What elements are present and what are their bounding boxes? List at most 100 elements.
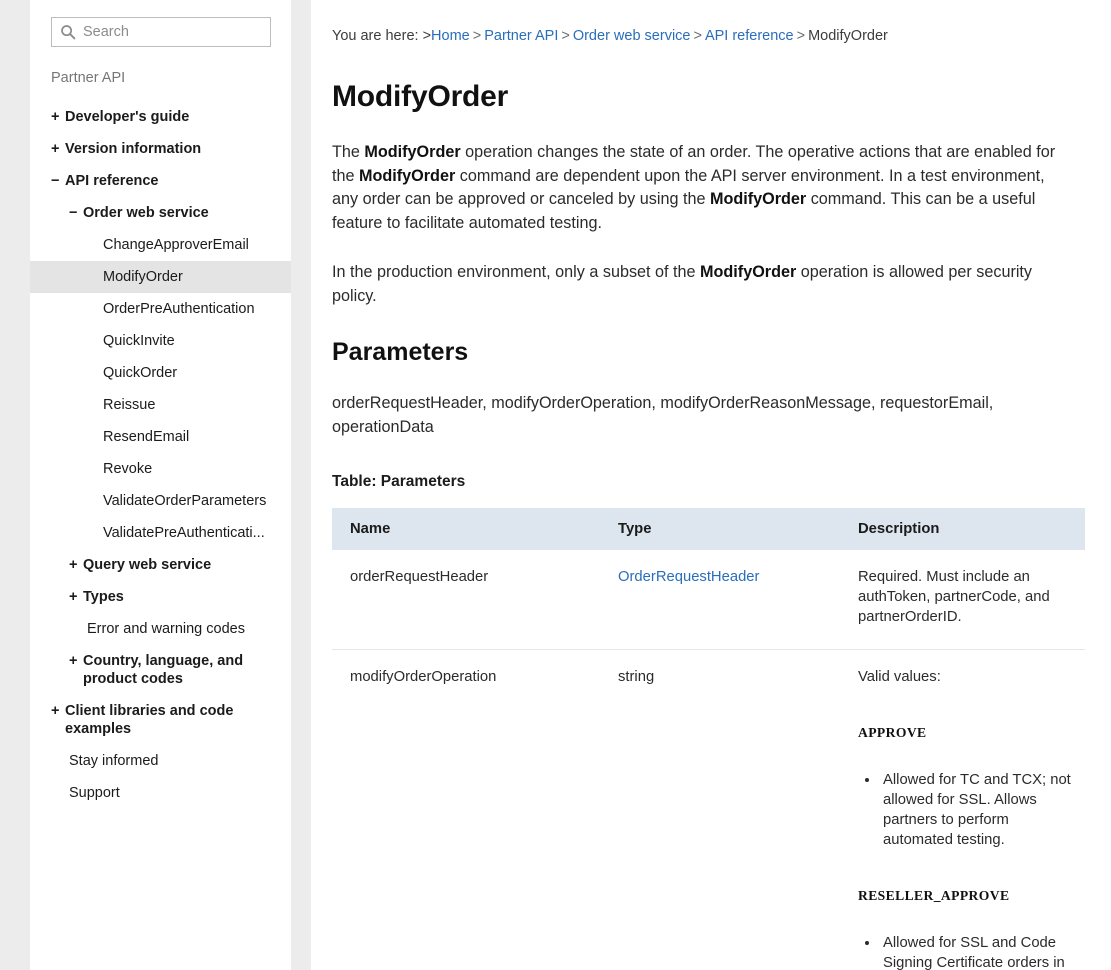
breadcrumb-current: ModifyOrder (808, 28, 888, 44)
documentation-page: Partner API +Developer's guide+Version i… (0, 0, 1111, 970)
collapse-icon[interactable]: − (51, 172, 64, 190)
breadcrumb-trail: >Home > Partner API > Order web service > API … (423, 28, 888, 44)
sidebar-item-label: QuickInvite (103, 333, 175, 349)
sidebar-item-list: + Developer's guide + Version information − A… (30, 101, 291, 809)
description-text: Valid values: (858, 669, 941, 685)
sidebar-item-error-and-warning-codes[interactable]: Error and warning codes (30, 613, 291, 645)
type-link[interactable]: OrderRequestHeader (618, 569, 759, 585)
search-box[interactable] (51, 17, 271, 47)
breadcrumb-prefix: You are here: (332, 28, 419, 44)
sidebar-item-stay-informed[interactable]: Stay informed (30, 745, 291, 777)
sidebar-item-label: Reissue (103, 397, 156, 413)
sidebar-item-label: Error and warning codes (87, 621, 245, 637)
sidebar-item-validateorderparameters[interactable]: ValidateOrderParameters (30, 485, 291, 517)
sidebar-item-label: Order web service (83, 205, 209, 221)
sidebar-item-label: Revoke (103, 461, 153, 477)
breadcrumb-separator: > (561, 28, 570, 44)
sidebar-item-types[interactable]: + Types (30, 581, 291, 613)
cell-param-type: string (618, 669, 655, 685)
cell-param-name: orderRequestHeader (332, 550, 600, 650)
parameters-name-list: orderRequestHeader, modifyOrderOperation… (332, 394, 994, 436)
table-caption: Table: Parameters (332, 473, 466, 490)
p1-bold1: ModifyOrder (364, 143, 461, 161)
breadcrumb-separator: > (796, 28, 806, 44)
sidebar-item-api-reference[interactable]: − API reference (30, 165, 291, 197)
p2-part1: In the production environment, only a su… (332, 263, 701, 281)
sidebar-item-label: ModifyOrder (103, 269, 183, 285)
collapse-icon[interactable]: − (69, 204, 82, 222)
sidebar-item-orderpreauthentication[interactable]: OrderPreAuthentication (30, 293, 291, 325)
table-row: modifyOrderOperation string Valid values: A… (332, 650, 1085, 970)
breadcrumb-link-api-reference[interactable]: API reference (705, 28, 794, 44)
sidebar-item-label: Stay informed (69, 753, 159, 769)
search-input[interactable] (83, 24, 262, 40)
table-header-type: Type (600, 508, 840, 550)
table-body: orderRequestHeader OrderRequestHeader Requ… (332, 550, 1085, 970)
cell-param-description: Valid values: APPROVE Allowed for TC and T… (840, 650, 1085, 970)
sidebar-nav: Partner API + Developer's guide + Version i… (30, 69, 291, 809)
sidebar-item-version-information[interactable]: + Version information (30, 133, 291, 165)
sidebar-item-label: API reference (65, 173, 159, 189)
sidebar-item-label: Country, language, and product codes (83, 653, 244, 687)
expand-icon[interactable]: + (69, 588, 82, 606)
sidebar-item-country-language-and-product-codes[interactable]: + Country, language, and product codes (30, 645, 291, 695)
breadcrumb-link-home[interactable]: Home (431, 28, 470, 44)
sidebar-item-validatepreauthenticati[interactable]: ValidatePreAuthenticati... (30, 517, 291, 549)
parameters-table: Name Type Description orderRequestHeader Or… (332, 508, 1085, 970)
expand-icon[interactable]: + (69, 652, 82, 670)
search-icon (60, 24, 76, 40)
sidebar-item-quickinvite[interactable]: QuickInvite (30, 325, 291, 357)
cell-param-type: OrderRequestHeader (600, 550, 840, 650)
valid-value-term: RESELLER_APPROVE (858, 888, 1010, 903)
table-header-description: Description (840, 508, 1085, 550)
sidebar-item-label: Query web service (83, 557, 212, 573)
expand-icon[interactable]: + (51, 108, 64, 126)
list-item: Allowed for TC and TCX; not allowed for … (880, 770, 1075, 850)
sidebar-item-label: Developer's guide (65, 109, 190, 125)
sidebar-item-changeapproveremail[interactable]: ChangeApproverEmail (30, 229, 291, 261)
breadcrumb-link-order-web-service[interactable]: Order web service (573, 28, 691, 44)
sidebar-item-quickorder[interactable]: QuickOrder (30, 357, 291, 389)
sidebar-item-client-libraries-and-code-examples[interactable]: + Client libraries and code examples (30, 695, 291, 745)
cell-param-description: Required. Must include an authToken, par… (840, 550, 1085, 650)
sidebar-item-label: QuickOrder (103, 365, 178, 381)
sidebar-item-reissue[interactable]: Reissue (30, 389, 291, 421)
sidebar-section-label: Partner API (51, 70, 126, 86)
sidebar-item-revoke[interactable]: Revoke (30, 453, 291, 485)
breadcrumb-separator: > (693, 28, 702, 44)
sidebar-item-resendemail[interactable]: ResendEmail (30, 421, 291, 453)
table-row: orderRequestHeader OrderRequestHeader Requ… (332, 550, 1085, 650)
sidebar: Partner API +Developer's guide+Version i… (30, 0, 291, 970)
valid-value-term: APPROVE (858, 725, 927, 740)
expand-icon[interactable]: + (51, 702, 64, 720)
breadcrumb-link-partner-api[interactable]: Partner API (484, 28, 558, 44)
sidebar-item-query-web-service[interactable]: + Query web service (30, 549, 291, 581)
sidebar-item-label: Support (69, 785, 120, 801)
sidebar-item-label: ChangeApproverEmail (103, 237, 249, 253)
page-title: ModifyOrder (332, 80, 509, 113)
list-item: Allowed for SSL and Code Signing Certifi… (880, 933, 1075, 970)
sidebar-item-label: Client libraries and code examples (65, 703, 234, 737)
sidebar-item-modifyorder[interactable]: ModifyOrder (30, 261, 291, 293)
expand-icon[interactable]: + (51, 140, 64, 158)
intro-paragraph-2: In the production environment, only a su… (332, 261, 1072, 308)
breadcrumb: You are here: >Home > Partner API > Order we… (332, 26, 1085, 46)
description-text: Required. Must include an authToken, par… (858, 569, 1050, 625)
sidebar-item-label: ValidatePreAuthenticati... (103, 525, 265, 541)
description-block: Valid values: APPROVE Allowed for TC and T… (858, 667, 1075, 970)
cell-param-name: modifyOrderOperation (350, 669, 497, 685)
p1-bold2: ModifyOrder (359, 166, 456, 185)
expand-icon[interactable]: + (69, 556, 82, 574)
main-content: You are here: >Home > Partner API > Order we… (311, 0, 1111, 970)
p1-part1: The (332, 143, 365, 161)
table-header-name: Name (332, 508, 600, 550)
table-header-row: Name Type Description (332, 508, 1085, 550)
breadcrumb-separator: > (422, 28, 432, 44)
p2-bold1: ModifyOrder (700, 263, 797, 281)
sidebar-item-developer-s-guide[interactable]: + Developer's guide (30, 101, 291, 133)
description-block: Required. Must include an authToken, par… (858, 567, 1075, 627)
sidebar-item-order-web-service[interactable]: − Order web service (30, 197, 291, 229)
sidebar-item-support[interactable]: Support (30, 777, 291, 809)
sidebar-content-gap (291, 0, 311, 970)
sidebar-item-label: ResendEmail (103, 429, 190, 445)
